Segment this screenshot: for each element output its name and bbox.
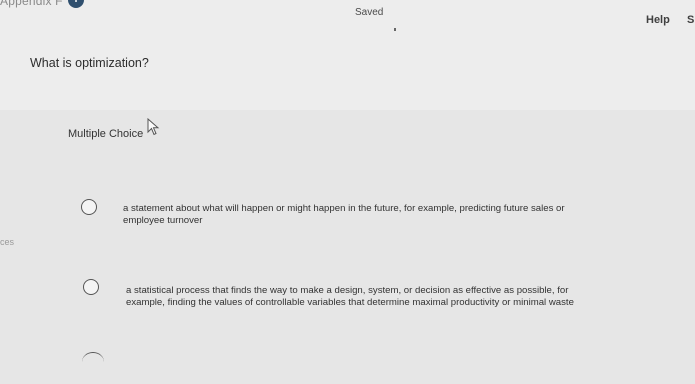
appendix-label[interactable]: Appendix F (0, 0, 63, 8)
next-button-partial[interactable]: S (687, 14, 694, 26)
help-button[interactable]: Help (646, 14, 670, 26)
option-3-radio[interactable] (82, 352, 104, 372)
top-bar: Appendix F i Saved Help S (0, 0, 695, 31)
option-1-line-1: a statement about what will happen or mi… (123, 203, 565, 214)
option-1-label[interactable]: a statement about what will happen or mi… (123, 203, 565, 226)
option-1-line-2: employee turnover (123, 214, 203, 226)
left-margin-fragment: ces (0, 237, 15, 247)
save-status: Saved (355, 7, 384, 18)
option-1-radio[interactable] (81, 199, 97, 215)
question-type-label: Multiple Choice (68, 128, 144, 140)
option-2-label[interactable]: a statistical process that finds the way… (126, 285, 574, 308)
option-2-radio[interactable] (83, 279, 99, 295)
mouse-cursor-icon (147, 118, 160, 136)
option-2-line-1: a statistical process that finds the way… (126, 285, 569, 296)
divider-tick (394, 28, 396, 31)
option-2-line-2: example, finding the values of controlla… (126, 296, 574, 308)
info-icon[interactable]: i (68, 0, 84, 8)
answer-panel (0, 110, 695, 384)
question-prompt: What is optimization? (30, 56, 149, 70)
